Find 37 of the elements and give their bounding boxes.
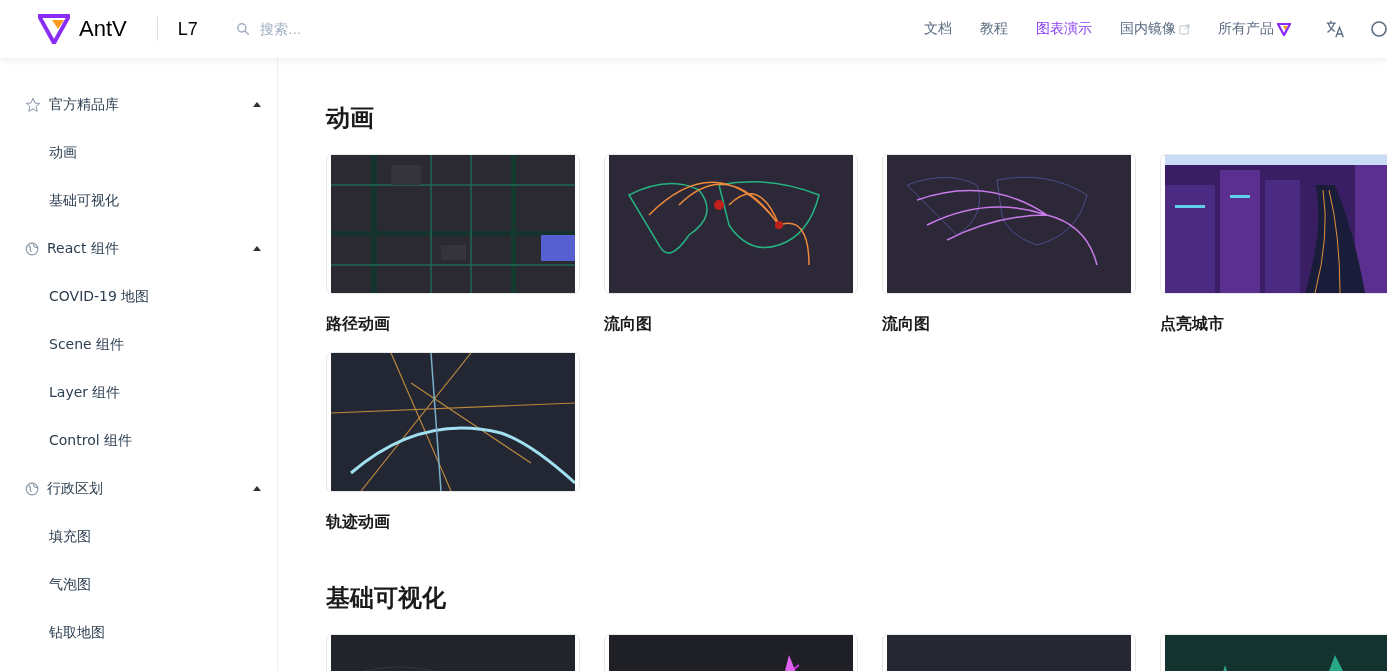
sidebar-item[interactable]: Control 组件 (0, 417, 277, 465)
sidebar-group[interactable]: React 组件 (0, 225, 277, 273)
nav-link[interactable]: 文档 (924, 20, 952, 38)
section-title: 基础可视化 (326, 583, 447, 614)
sidebar-item[interactable]: 气泡图 (0, 561, 277, 609)
brand-name[interactable]: AntV (79, 16, 127, 42)
card-title[interactable]: 流向图 (604, 312, 858, 336)
external-link-icon (1179, 23, 1190, 35)
section-title: 动画 (326, 103, 375, 134)
product-name[interactable]: L7 (177, 18, 198, 40)
nav-link[interactable]: 教程 (980, 20, 1008, 38)
nav-link[interactable]: 所有产品 (1218, 20, 1291, 38)
star-icon (25, 97, 41, 113)
search-icon (235, 22, 250, 36)
nav-link[interactable]: 国内镜像 (1120, 20, 1190, 38)
sidebar-item[interactable]: Scene 组件 (0, 321, 277, 369)
card-title[interactable]: 路径动画 (326, 312, 580, 336)
sidebar-item[interactable]: COVID-19 地图 (0, 273, 277, 321)
sidebar-item[interactable]: Layer 组件 (0, 369, 277, 417)
group-label: React 组件 (47, 240, 120, 258)
card-title[interactable]: 流向图 (882, 312, 1136, 336)
globe-icon (25, 242, 39, 256)
group-label: 行政区划 (47, 480, 104, 498)
logo-icon (1277, 22, 1291, 36)
sidebar-item[interactable]: 基础可视化 (0, 177, 277, 225)
sidebar-group[interactable]: 行政区划 (0, 465, 277, 513)
group-label: 官方精品库 (49, 96, 120, 114)
sidebar-item[interactable]: 动画 (0, 129, 277, 177)
sidebar-group[interactable]: 官方精品库 (0, 81, 277, 129)
card-title[interactable]: 点亮城市 (1160, 312, 1387, 336)
logo-icon (38, 14, 70, 44)
translate-icon[interactable] (1325, 19, 1345, 39)
globe-icon (25, 482, 39, 496)
sidebar-item[interactable]: 填充图 (0, 513, 277, 561)
card-title[interactable]: 轨迹动画 (326, 510, 580, 534)
sidebar-item[interactable]: 钻取地图 (0, 609, 277, 657)
nav-link[interactable]: 图表演示 (1036, 20, 1092, 38)
